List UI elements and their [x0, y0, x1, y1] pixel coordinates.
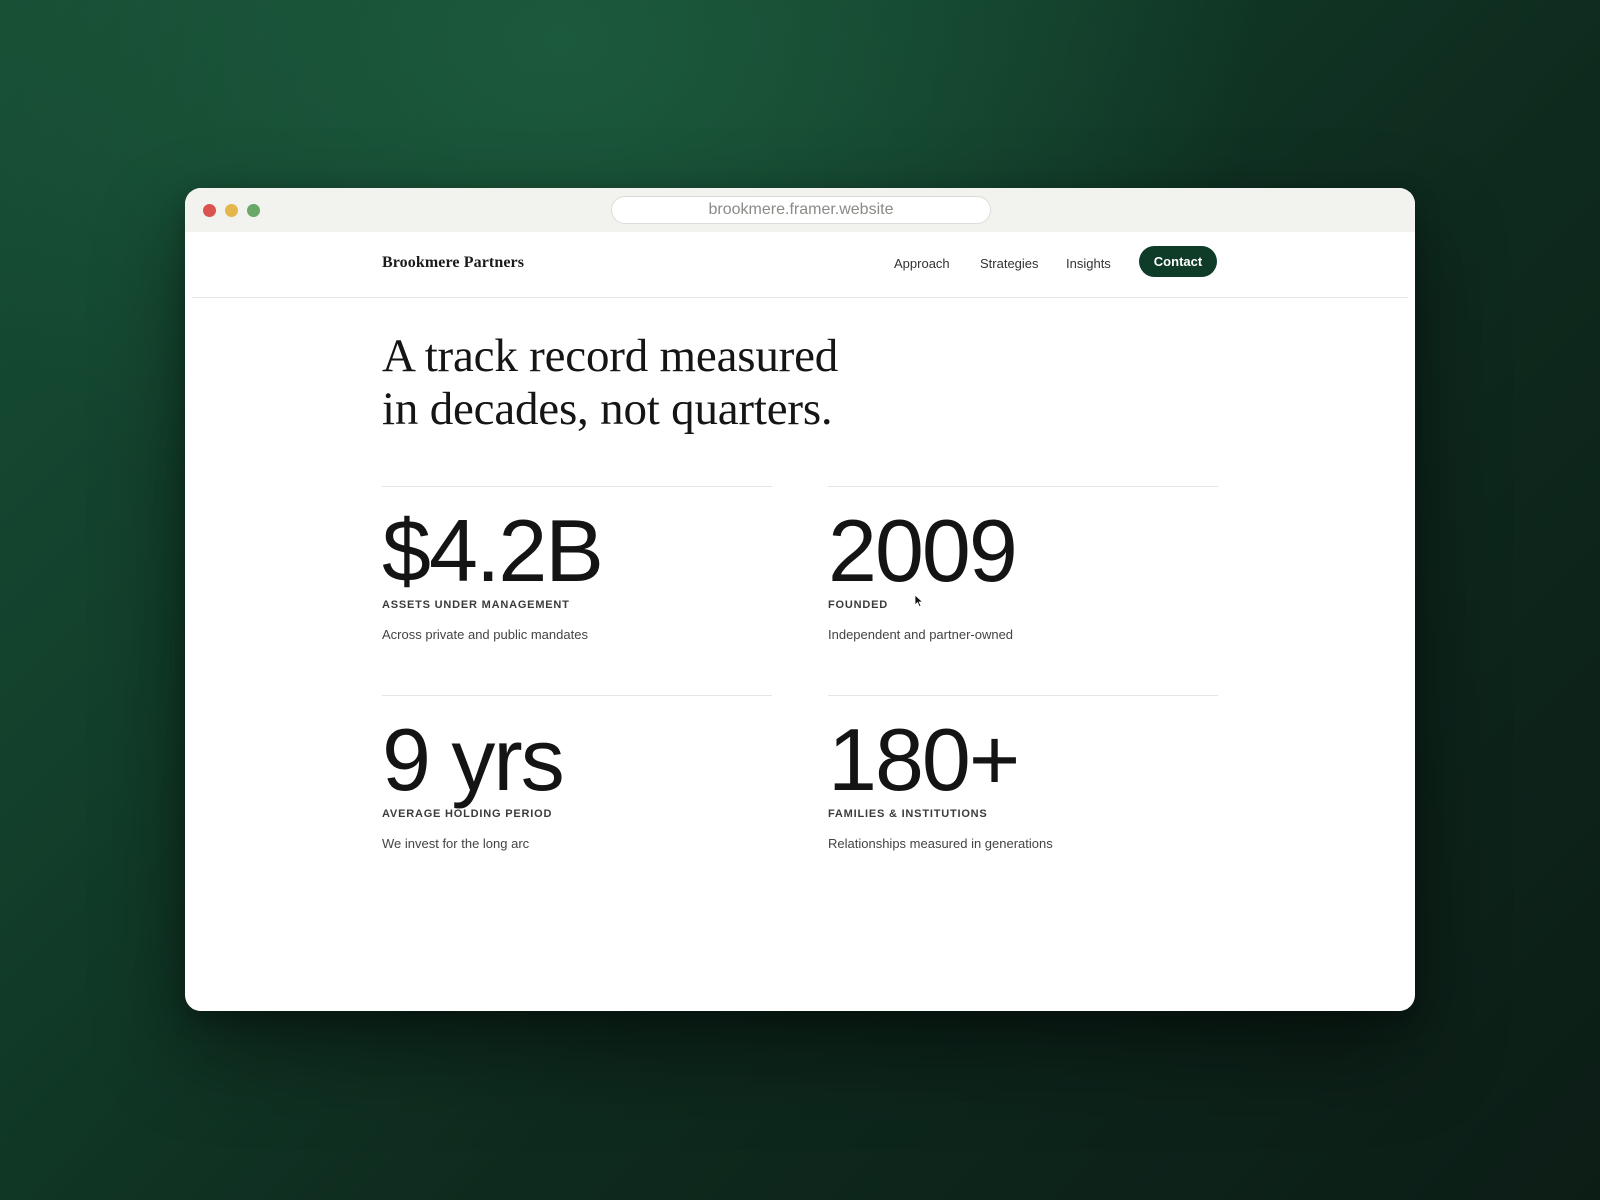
headline-line-1: A track record measured [382, 330, 839, 382]
stat-value: 9 yrs [382, 710, 565, 809]
contact-button[interactable]: Contact [1139, 246, 1217, 277]
stat-description: Independent and partner-owned [828, 627, 1014, 642]
stat-value: 180+ [828, 710, 1020, 809]
arrow-cursor-icon [914, 594, 924, 608]
stat-holding-period: 9 yrs AVERAGE HOLDING PERIOD We invest f… [382, 695, 772, 876]
page-headline: A track record measured in decades, not … [382, 330, 838, 436]
stat-founded: 2009 FOUNDED Independent and partner-own… [828, 486, 1218, 667]
minimize-window-icon[interactable] [225, 204, 238, 217]
stat-label: ASSETS UNDER MANAGEMENT [382, 599, 570, 611]
stat-label: FOUNDED [828, 599, 888, 611]
close-window-icon[interactable] [203, 204, 216, 217]
site-header: Brookmere Partners Approach Strategies I… [192, 232, 1408, 298]
headline-line-2: in decades, not quarters. [382, 383, 833, 435]
stat-assets: $4.2B ASSETS UNDER MANAGEMENT Across pri… [382, 486, 772, 667]
stat-description: Relationships measured in generations [828, 836, 1053, 851]
stat-clients: 180+ FAMILIES & INSTITUTIONS Relationshi… [828, 695, 1218, 876]
stat-label: AVERAGE HOLDING PERIOD [382, 808, 553, 820]
stat-label: FAMILIES & INSTITUTIONS [828, 808, 988, 820]
stat-value: $4.2B [382, 501, 604, 600]
address-bar[interactable]: brookmere.framer.website [611, 196, 991, 224]
browser-titlebar: brookmere.framer.website [185, 188, 1415, 232]
zoom-window-icon[interactable] [247, 204, 260, 217]
nav-link-insights[interactable]: Insights [1066, 256, 1111, 271]
browser-window: brookmere.framer.website Brookmere Partn… [185, 188, 1415, 1011]
stat-description: We invest for the long arc [382, 836, 530, 851]
stat-description: Across private and public mandates [382, 627, 588, 642]
nav-link-approach[interactable]: Approach [894, 256, 950, 271]
stat-value: 2009 [828, 501, 1018, 600]
brand-logo[interactable]: Brookmere Partners [382, 254, 524, 272]
nav-link-strategies[interactable]: Strategies [980, 256, 1039, 271]
main-content: A track record measured in decades, not … [192, 298, 1408, 1011]
